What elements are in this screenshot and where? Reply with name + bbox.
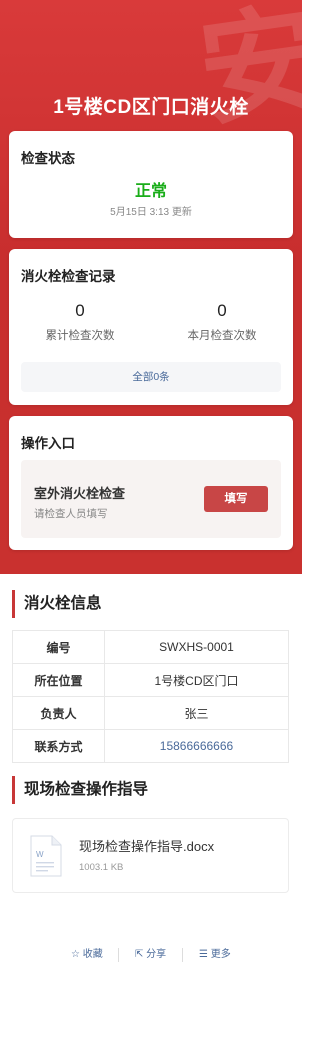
hydrant-info-heading: 消火栓信息 — [12, 590, 102, 618]
favorite-label: 收藏 — [82, 949, 103, 960]
info-key-location: 所在位置 — [12, 663, 105, 697]
info-key-contact: 联系方式 — [12, 729, 105, 763]
stat-total-inspections: 0 累计检查次数 — [9, 301, 151, 343]
share-button[interactable]: ⇱ 分享 — [135, 946, 166, 964]
stat-month-label: 本月检查次数 — [187, 330, 257, 342]
guide-heading: 现场检查操作指导 — [12, 776, 148, 804]
stat-total-value: 0 — [75, 301, 85, 320]
doc-icon-letter: W — [36, 850, 44, 859]
info-key-id: 编号 — [12, 630, 105, 664]
favorite-button[interactable]: ☆ 收藏 — [71, 946, 103, 964]
footer-divider — [118, 948, 119, 962]
document-name: 现场检查操作指导.docx — [79, 839, 215, 854]
more-button[interactable]: ☰ 更多 — [199, 946, 231, 964]
status-card: 检查状态 正常 5月15日 3:13 更新 — [9, 131, 293, 238]
info-key-owner: 负责人 — [12, 696, 105, 730]
info-value-phone-link[interactable]: 15866666666 — [104, 729, 289, 763]
status-updated-time: 5月15日 3:13 更新 — [110, 207, 192, 218]
table-row: 所在位置 1号楼CD区门口 — [12, 663, 289, 697]
guide-document[interactable]: W 现场检查操作指导.docx 1003.1 KB — [12, 818, 289, 893]
page-title: 1号楼CD区门口消火栓 — [53, 97, 249, 118]
footer-divider — [182, 948, 183, 962]
share-label: 分享 — [146, 949, 167, 960]
info-value-owner: 张三 — [104, 696, 289, 730]
status-value: 正常 — [134, 183, 167, 200]
hydrant-info-table: 编号 SWXHS-0001 所在位置 1号楼CD区门口 负责人 张三 联系方式 … — [12, 630, 289, 763]
menu-icon: ☰ — [199, 949, 208, 960]
stat-month-inspections: 0 本月检查次数 — [151, 301, 293, 343]
status-card-title: 检查状态 — [21, 151, 75, 166]
inspection-entry[interactable]: 室外消火栓检查 请检查人员填写 填写 — [21, 460, 281, 538]
inspection-entry-name: 室外消火栓检查 — [34, 486, 126, 501]
more-label: 更多 — [210, 949, 231, 960]
star-icon: ☆ — [71, 949, 80, 960]
word-document-icon: W — [30, 835, 62, 877]
stat-month-value: 0 — [217, 301, 227, 320]
share-icon: ⇱ — [135, 949, 144, 960]
records-card-title: 消火栓检查记录 — [21, 269, 116, 284]
inspection-entry-hint: 请检查人员填写 — [34, 508, 108, 520]
info-value-location: 1号楼CD区门口 — [104, 663, 289, 697]
operations-card-title: 操作入口 — [21, 436, 75, 451]
view-all-records-button[interactable]: 全部0条 — [21, 362, 281, 392]
table-row: 编号 SWXHS-0001 — [12, 630, 289, 664]
operations-card: 操作入口 室外消火栓检查 请检查人员填写 填写 — [9, 416, 293, 550]
footer-actions: ☆ 收藏 ⇱ 分享 ☰ 更多 — [0, 946, 302, 964]
info-value-id: SWXHS-0001 — [104, 630, 289, 664]
header-banner: 安 1号楼CD区门口消火栓 检查状态 正常 5月15日 3:13 更新 消火栓检… — [0, 0, 302, 574]
inspection-records-card: 消火栓检查记录 0 累计检查次数 0 本月检查次数 全部0条 — [9, 249, 293, 405]
fill-button[interactable]: 填写 — [204, 486, 268, 512]
table-row: 负责人 张三 — [12, 696, 289, 730]
document-size: 1003.1 KB — [79, 862, 124, 873]
stat-total-label: 累计检查次数 — [45, 330, 115, 342]
table-row: 联系方式 15866666666 — [12, 729, 289, 763]
